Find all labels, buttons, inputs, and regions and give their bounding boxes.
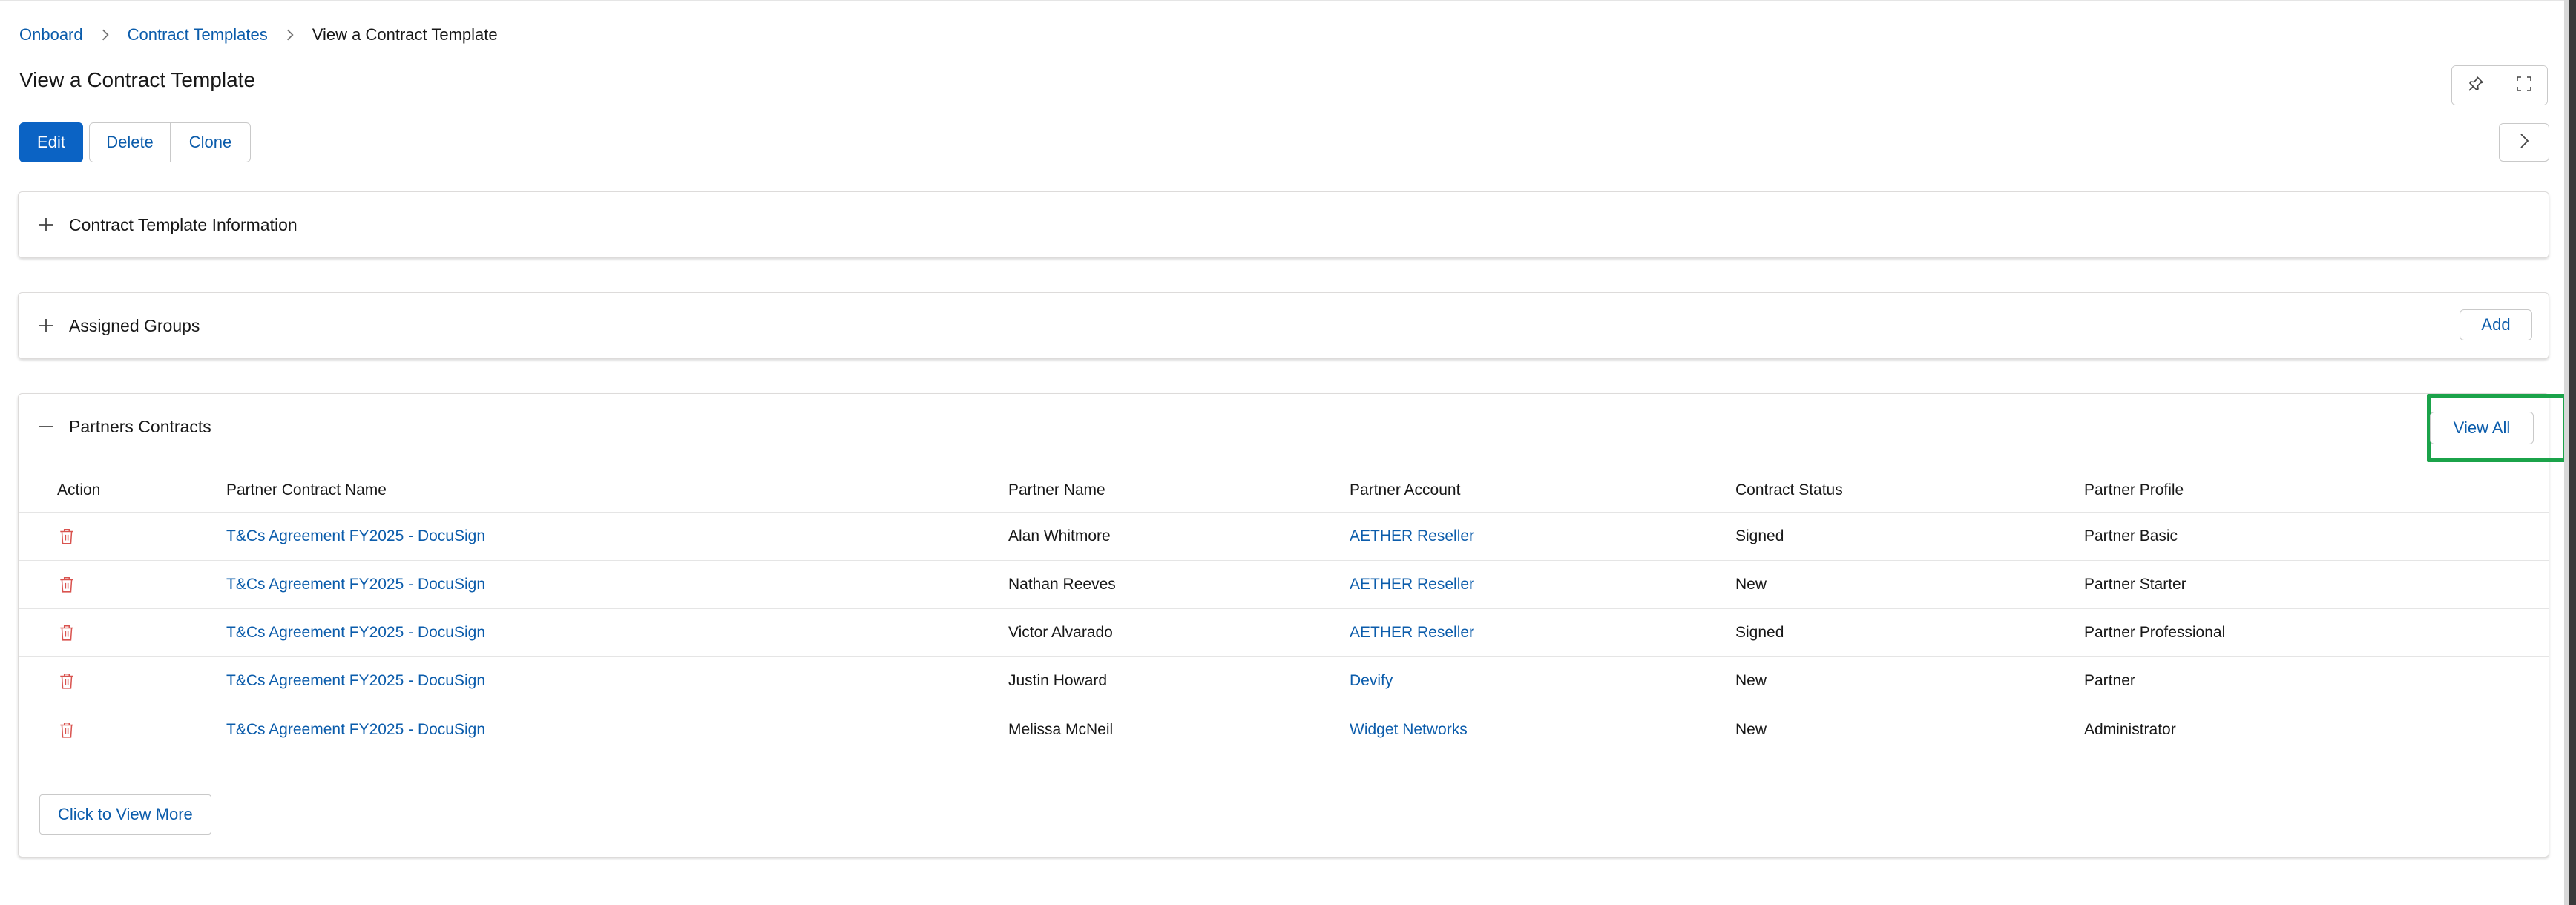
- contract-name-link[interactable]: T&Cs Agreement FY2025 - DocuSign: [226, 527, 1008, 545]
- section-header[interactable]: Partners Contracts: [19, 394, 2549, 459]
- trash-icon[interactable]: [19, 624, 226, 642]
- contract-name-link[interactable]: T&Cs Agreement FY2025 - DocuSign: [226, 624, 1008, 642]
- column-header-action: Action: [57, 481, 101, 498]
- contract-status: Signed: [1735, 624, 1784, 641]
- minus-icon[interactable]: [36, 417, 56, 436]
- column-header-partner-account[interactable]: Partner Account: [1350, 481, 1735, 499]
- partner-account-link[interactable]: AETHER Reseller: [1350, 576, 1735, 593]
- expand-icon: [2515, 75, 2533, 96]
- column-header-contract-status[interactable]: Contract Status: [1735, 481, 2084, 499]
- partner-account-link[interactable]: Widget Networks: [1350, 721, 1735, 739]
- breadcrumb-current: View a Contract Template: [312, 25, 498, 44]
- breadcrumb-link-contract-templates[interactable]: Contract Templates: [128, 25, 268, 45]
- table-row: T&Cs Agreement FY2025 - DocuSign Nathan …: [19, 561, 2549, 609]
- partner-account-link[interactable]: AETHER Reseller: [1350, 624, 1735, 642]
- partner-profile: Partner Basic: [2084, 527, 2178, 544]
- section-title: Contract Template Information: [69, 214, 298, 234]
- partner-name: Victor Alvarado: [1008, 624, 1113, 641]
- contract-status: New: [1735, 720, 1767, 738]
- trash-icon[interactable]: [19, 721, 226, 739]
- partner-name: Alan Whitmore: [1008, 527, 1111, 544]
- partner-profile: Administrator: [2084, 720, 2176, 738]
- partner-profile: Partner Starter: [2084, 576, 2186, 593]
- partner-name: Nathan Reeves: [1008, 576, 1116, 593]
- contract-template-information-section: Contract Template Information: [18, 191, 2549, 258]
- contract-status: New: [1735, 672, 1767, 689]
- page: Onboard Contract Templates View a Contra…: [0, 0, 2566, 905]
- breadcrumb-link-onboard[interactable]: Onboard: [19, 25, 83, 45]
- contract-name-link[interactable]: T&Cs Agreement FY2025 - DocuSign: [226, 672, 1008, 690]
- delete-button[interactable]: Delete: [89, 122, 171, 162]
- partner-account-link[interactable]: Devify: [1350, 672, 1735, 690]
- chevron-right-icon: [268, 28, 312, 42]
- assigned-groups-section: Assigned Groups Add: [18, 292, 2549, 359]
- chevron-right-icon: [2515, 132, 2533, 154]
- plus-icon[interactable]: [36, 215, 56, 234]
- section-title: Partners Contracts: [69, 416, 211, 436]
- section-header[interactable]: Contract Template Information: [19, 192, 2549, 257]
- section-header[interactable]: Assigned Groups: [19, 293, 2549, 358]
- partner-account-link[interactable]: AETHER Reseller: [1350, 527, 1735, 545]
- page-title: View a Contract Template: [19, 68, 256, 91]
- partners-contracts-section: Partners Contracts View All Action Partn…: [18, 393, 2566, 858]
- trash-icon[interactable]: [19, 672, 226, 690]
- column-header-partner-name[interactable]: Partner Name: [1008, 481, 1350, 499]
- edit-button[interactable]: Edit: [19, 122, 83, 162]
- plus-icon[interactable]: [36, 316, 56, 335]
- table-row: T&Cs Agreement FY2025 - DocuSign Justin …: [19, 657, 2549, 705]
- partner-profile: Partner: [2084, 672, 2135, 689]
- contract-status: New: [1735, 576, 1767, 593]
- add-button[interactable]: Add: [2460, 309, 2532, 340]
- pin-button[interactable]: [2452, 66, 2500, 105]
- chevron-right-icon: [83, 28, 128, 42]
- clone-button[interactable]: Clone: [171, 122, 251, 162]
- contract-status: Signed: [1735, 527, 1784, 544]
- expand-button[interactable]: [2500, 66, 2547, 105]
- breadcrumb: Onboard Contract Templates View a Contra…: [19, 24, 498, 46]
- contract-name-link[interactable]: T&Cs Agreement FY2025 - DocuSign: [226, 721, 1008, 739]
- action-button-group: Delete Clone: [89, 122, 251, 162]
- partners-contracts-table: Action Partner Contract Name Partner Nam…: [19, 468, 2549, 754]
- table-header: Action Partner Contract Name Partner Nam…: [19, 468, 2549, 513]
- column-header-partner-profile[interactable]: Partner Profile: [2084, 481, 2549, 499]
- table-row: T&Cs Agreement FY2025 - DocuSign Melissa…: [19, 705, 2549, 754]
- view-more-button[interactable]: Click to View More: [39, 794, 211, 835]
- section-title: Assigned Groups: [69, 315, 200, 335]
- pin-icon: [2467, 75, 2485, 96]
- partner-name: Justin Howard: [1008, 672, 1108, 689]
- table-row: T&Cs Agreement FY2025 - DocuSign Victor …: [19, 609, 2549, 657]
- header-icon-group: [2451, 65, 2548, 105]
- partner-profile: Partner Professional: [2084, 624, 2226, 641]
- view-all-button[interactable]: View All: [2430, 412, 2534, 444]
- partner-name: Melissa McNeil: [1008, 720, 1114, 738]
- table-row: T&Cs Agreement FY2025 - DocuSign Alan Wh…: [19, 513, 2549, 561]
- next-record-button[interactable]: [2499, 123, 2549, 162]
- window-edge: [2564, 0, 2576, 905]
- trash-icon[interactable]: [19, 527, 226, 545]
- action-toolbar: Edit Delete Clone: [19, 122, 251, 162]
- contract-name-link[interactable]: T&Cs Agreement FY2025 - DocuSign: [226, 576, 1008, 593]
- trash-icon[interactable]: [19, 576, 226, 593]
- column-header-contract-name[interactable]: Partner Contract Name: [226, 481, 1008, 499]
